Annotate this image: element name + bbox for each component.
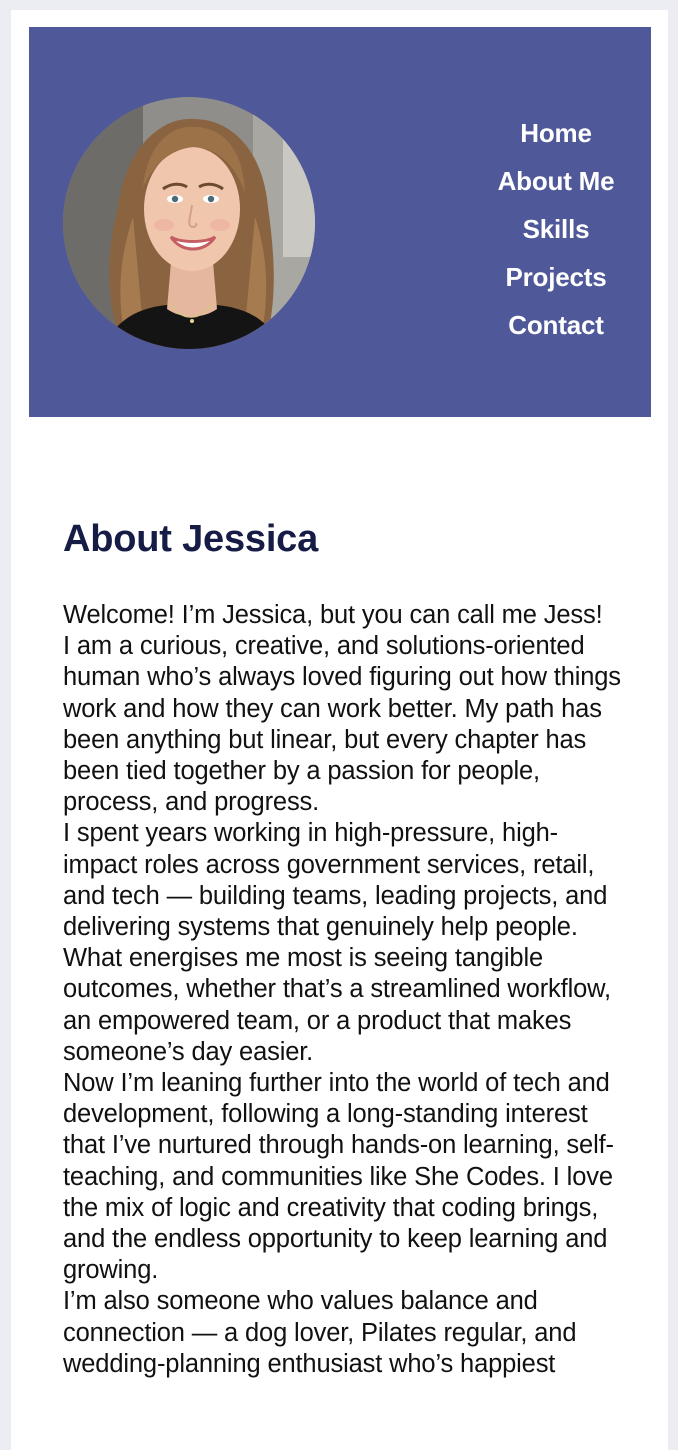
about-paragraph-tech: Now I’m leaning further into the world o… bbox=[63, 1069, 614, 1285]
profile-photo bbox=[63, 97, 315, 349]
nav-projects-link[interactable]: Projects bbox=[505, 253, 606, 301]
about-paragraph-career: I spent years working in high-pressure, … bbox=[63, 819, 611, 1066]
profile-photo-image bbox=[63, 97, 315, 349]
nav-skills-link[interactable]: Skills bbox=[523, 205, 590, 253]
page-container: Home About Me Skills Projects Contact Ab… bbox=[11, 10, 668, 1450]
main-nav: Home About Me Skills Projects Contact bbox=[481, 109, 631, 349]
about-section: About Jessica Welcome! I’m Jessica, but … bbox=[63, 515, 623, 1380]
site-header: Home About Me Skills Projects Contact bbox=[29, 27, 651, 417]
nav-about-me-link[interactable]: About Me bbox=[498, 157, 615, 205]
about-title: About Jessica bbox=[63, 518, 319, 560]
about-paragraph-intro: I am a curious, creative, and solutions-… bbox=[63, 632, 621, 817]
about-paragraph-welcome: Welcome! I’m Jessica, but you can call m… bbox=[63, 601, 603, 629]
nav-home-link[interactable]: Home bbox=[520, 109, 592, 157]
nav-contact-link[interactable]: Contact bbox=[508, 301, 604, 349]
about-paragraph-personal: I’m also someone who values balance and … bbox=[63, 1287, 577, 1378]
